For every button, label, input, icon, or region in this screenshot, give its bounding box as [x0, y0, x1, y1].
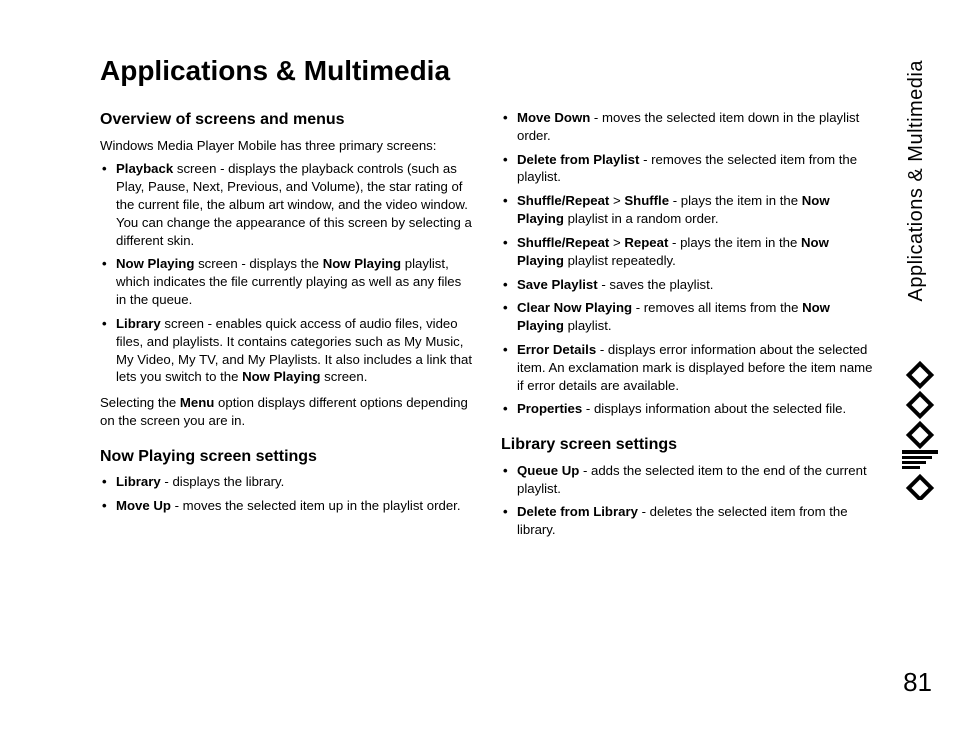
list-item: Delete from Library - deletes the select…: [501, 503, 874, 539]
label: Clear Now Playing: [517, 300, 632, 315]
text: - removes all items from the: [632, 300, 802, 315]
label: Shuffle/Repeat: [517, 193, 609, 208]
list-item: Queue Up - adds the selected item to the…: [501, 462, 874, 498]
inline-bold: Now Playing: [323, 256, 401, 271]
label: Delete from Library: [517, 504, 638, 519]
label: Shuffle/Repeat: [517, 235, 609, 250]
inline-bold: Menu: [180, 395, 214, 410]
label: Properties: [517, 401, 582, 416]
list-item: Error Details - displays error informati…: [501, 341, 874, 394]
text: playlist repeatedly.: [564, 253, 676, 268]
label: Error Details: [517, 342, 596, 357]
menu-text: Selecting the Menu option displays diffe…: [100, 394, 473, 430]
heading-library: Library screen settings: [501, 434, 874, 456]
text: >: [609, 235, 624, 250]
label: Delete from Playlist: [517, 152, 639, 167]
side-section-label: Applications & Multimedia: [905, 60, 928, 302]
label: Move Down: [517, 110, 590, 125]
text: screen - displays the: [194, 256, 322, 271]
intro-text: Windows Media Player Mobile has three pr…: [100, 137, 473, 155]
text: screen.: [320, 369, 367, 384]
now-playing-list-part2: Move Down - moves the selected item down…: [501, 109, 874, 418]
label: Queue Up: [517, 463, 579, 478]
list-item: Move Down - moves the selected item down…: [501, 109, 874, 145]
label: Library: [116, 316, 161, 331]
text: - plays the item in the: [669, 193, 802, 208]
list-item: Properties - displays information about …: [501, 400, 874, 418]
list-item: Library screen - enables quick access of…: [100, 315, 473, 386]
text: - plays the item in the: [668, 235, 801, 250]
label: Save Playlist: [517, 277, 598, 292]
text: - saves the playlist.: [598, 277, 714, 292]
list-item: Now Playing screen - displays the Now Pl…: [100, 255, 473, 308]
text: playlist in a random order.: [564, 211, 719, 226]
content-columns: Overview of screens and menus Windows Me…: [100, 109, 874, 547]
label: Playback: [116, 161, 173, 176]
text: - displays the library.: [161, 474, 285, 489]
text: playlist.: [564, 318, 612, 333]
heading-overview: Overview of screens and menus: [100, 109, 473, 131]
label: Repeat: [624, 235, 668, 250]
list-item: Move Up - moves the selected item up in …: [100, 497, 473, 515]
label: Shuffle: [624, 193, 669, 208]
screens-list: Playback screen - displays the playback …: [100, 160, 473, 386]
label: Library: [116, 474, 161, 489]
text: Selecting the: [100, 395, 180, 410]
text: - displays information about the selecte…: [582, 401, 846, 416]
page-title: Applications & Multimedia: [100, 55, 874, 87]
inline-bold: Now Playing: [242, 369, 320, 384]
now-playing-list-part1: Library - displays the library. Move Up …: [100, 473, 473, 515]
label: Now Playing: [116, 256, 194, 271]
page-number: 81: [903, 667, 932, 698]
text: >: [609, 193, 624, 208]
list-item: Clear Now Playing - removes all items fr…: [501, 299, 874, 335]
library-list: Queue Up - adds the selected item to the…: [501, 462, 874, 539]
label: Move Up: [116, 498, 171, 513]
list-item: Playback screen - displays the playback …: [100, 160, 473, 249]
right-column: Move Down - moves the selected item down…: [501, 109, 874, 547]
list-item: Shuffle/Repeat > Repeat - plays the item…: [501, 234, 874, 270]
text: - moves the selected item up in the play…: [171, 498, 461, 513]
decorative-ornament-icon: [896, 360, 944, 500]
heading-now-playing: Now Playing screen settings: [100, 446, 473, 468]
document-page: Applications & Multimedia Overview of sc…: [0, 0, 954, 738]
list-item: Save Playlist - saves the playlist.: [501, 276, 874, 294]
left-column: Overview of screens and menus Windows Me…: [100, 109, 473, 547]
list-item: Shuffle/Repeat > Shuffle - plays the ite…: [501, 192, 874, 228]
list-item: Delete from Playlist - removes the selec…: [501, 151, 874, 187]
list-item: Library - displays the library.: [100, 473, 473, 491]
